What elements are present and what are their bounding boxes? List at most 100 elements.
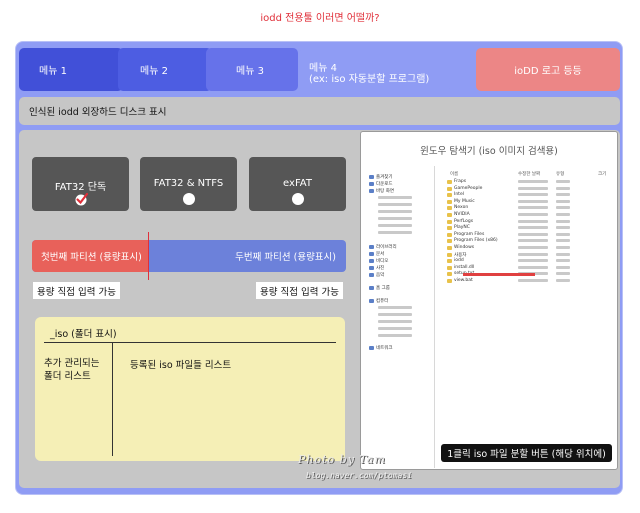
fat32-option[interactable]: FAT32 단독 — [32, 157, 129, 211]
nav-item[interactable]: 비디오 — [376, 258, 388, 264]
nav-folder-icon — [369, 175, 374, 179]
file-row[interactable]: Program Files (x86) — [454, 238, 498, 243]
menu-3-button[interactable]: 메뉴 3 — [206, 48, 298, 91]
capacity-input-second[interactable]: 용량 직접 입력 가능 — [256, 282, 343, 299]
nav-item[interactable]: 사진 — [376, 265, 384, 271]
registered-iso-list[interactable]: 등록된 iso 파일들 리스트 — [130, 357, 231, 371]
file-row[interactable]: Windows — [454, 245, 474, 250]
folder-icon — [447, 213, 452, 217]
file-date-placeholder — [518, 246, 548, 249]
file-date-placeholder — [518, 239, 548, 243]
file-type-placeholder — [556, 226, 570, 230]
file-row[interactable]: Fraps — [454, 179, 466, 184]
windows-explorer-panel — [360, 131, 618, 470]
file-row[interactable]: PlayNC — [454, 225, 470, 230]
fat32-ntfs-option[interactable]: FAT32 & NTFS — [140, 157, 237, 211]
file-date-placeholder — [518, 259, 548, 263]
file-date-placeholder — [518, 199, 548, 203]
file-row[interactable]: view.bat — [454, 278, 473, 283]
exfat-option[interactable]: exFAT — [249, 157, 346, 211]
nav-item-placeholder — [378, 224, 412, 227]
file-row[interactable]: NVIDIA — [454, 212, 470, 217]
file-row[interactable]: 사용자 — [454, 252, 466, 258]
file-date-placeholder — [518, 193, 548, 197]
watermark-blog-url: blog.naver.com/ptomasi — [306, 471, 412, 480]
nav-folder-icon — [369, 189, 374, 193]
divider — [112, 342, 113, 456]
nav-folder-icon — [369, 259, 374, 263]
folder-icon — [447, 219, 452, 224]
file-type-placeholder — [556, 252, 570, 256]
nav-folder-icon — [369, 252, 374, 256]
nav-item[interactable]: 즐겨찾기 — [376, 174, 393, 180]
nav-item[interactable]: 음악 — [376, 272, 384, 278]
menu-1-button[interactable]: 메뉴 1 — [19, 48, 123, 91]
nav-item[interactable]: 컴퓨터 — [376, 298, 388, 304]
file-type-placeholder — [556, 259, 570, 263]
radio-icon — [182, 193, 195, 205]
column-header-size[interactable]: 크기 — [598, 171, 606, 177]
watermark-photo-credit: Photo by Tam — [298, 453, 386, 466]
menu-2-button[interactable]: 메뉴 2 — [118, 48, 212, 91]
folder-icon — [447, 186, 452, 191]
file-row[interactable]: PerfLogs — [454, 219, 473, 224]
capacity-input-first[interactable]: 용량 직접 입력 가능 — [33, 282, 120, 299]
file-row[interactable]: iodd — [454, 258, 464, 263]
file-type-placeholder — [556, 239, 570, 243]
nav-folder-icon — [369, 346, 374, 350]
file-type-placeholder — [556, 180, 570, 183]
file-type-placeholder — [556, 186, 570, 190]
file-row[interactable]: GamePeople — [454, 186, 482, 191]
menu-4-description: (ex: iso 자동분할 프로그램) — [309, 74, 430, 85]
nav-folder-icon — [369, 286, 374, 290]
iso-split-button[interactable]: 1클릭 iso 파일 분할 버튼 (해당 위치에) — [441, 444, 612, 462]
file-type-placeholder — [556, 279, 570, 282]
partition-slider[interactable]: 첫번째 파티션 (용량표시) 두번째 파티션 (용량표시) — [32, 240, 346, 272]
nav-item-placeholder — [378, 210, 412, 213]
nav-folder-icon — [369, 245, 374, 249]
folder-icon — [447, 239, 452, 244]
file-date-placeholder — [518, 186, 548, 190]
nav-item-placeholder — [378, 196, 412, 199]
nav-item-placeholder — [378, 334, 412, 337]
file-date-placeholder — [518, 279, 548, 282]
nav-item-placeholder — [378, 203, 412, 206]
nav-item[interactable]: 라이브러리 — [376, 244, 397, 250]
file-row[interactable]: Program Files — [454, 232, 484, 237]
nav-item[interactable]: 바탕 화면 — [376, 188, 394, 194]
file-row[interactable]: Nexon — [454, 205, 468, 210]
nav-item[interactable]: 다운로드 — [376, 181, 393, 187]
nav-item[interactable]: 홈 그룹 — [376, 285, 390, 291]
file-row[interactable]: Intel — [454, 192, 464, 197]
file-date-placeholder — [518, 265, 548, 269]
column-header-name[interactable]: 이름 — [450, 171, 458, 177]
file-type-placeholder — [556, 206, 570, 210]
file-date-placeholder — [518, 180, 548, 183]
nav-item[interactable]: 네트워크 — [376, 345, 393, 351]
file-type-placeholder — [556, 246, 570, 249]
nav-folder-icon — [369, 273, 374, 277]
folder-icon — [447, 279, 452, 283]
divider — [434, 166, 435, 468]
folder-icon — [447, 252, 452, 257]
exfat-label: exFAT — [283, 178, 312, 189]
file-row[interactable]: My Music — [454, 199, 475, 204]
nav-item-placeholder — [378, 231, 412, 234]
partition-divider-handle[interactable] — [148, 232, 149, 280]
file-row[interactable]: install.dll — [454, 265, 474, 270]
file-date-placeholder — [518, 219, 548, 223]
nav-item-placeholder — [378, 217, 412, 220]
file-date-placeholder — [518, 252, 548, 256]
file-type-placeholder — [556, 193, 570, 197]
nav-item[interactable]: 문서 — [376, 251, 384, 257]
menu-4-button[interactable]: 메뉴 4 (ex: iso 자동분할 프로그램) — [300, 48, 450, 91]
detected-disk-bar[interactable]: 인식된 iodd 외장하드 디스크 표시 — [19, 97, 620, 125]
nav-folder-icon — [369, 299, 374, 303]
managed-folder-list[interactable]: 추가 관리되는 폴더 리스트 — [44, 357, 110, 383]
iodd-logo-area: ioDD 로고 등등 — [476, 48, 620, 91]
nav-item-placeholder — [378, 313, 412, 316]
column-header-type[interactable]: 유형 — [556, 171, 564, 177]
top-caption: iodd 전용툴 이러면 어떨까? — [260, 13, 380, 24]
file-type-placeholder — [556, 265, 570, 269]
column-header-date[interactable]: 수정한 날짜 — [518, 171, 540, 177]
